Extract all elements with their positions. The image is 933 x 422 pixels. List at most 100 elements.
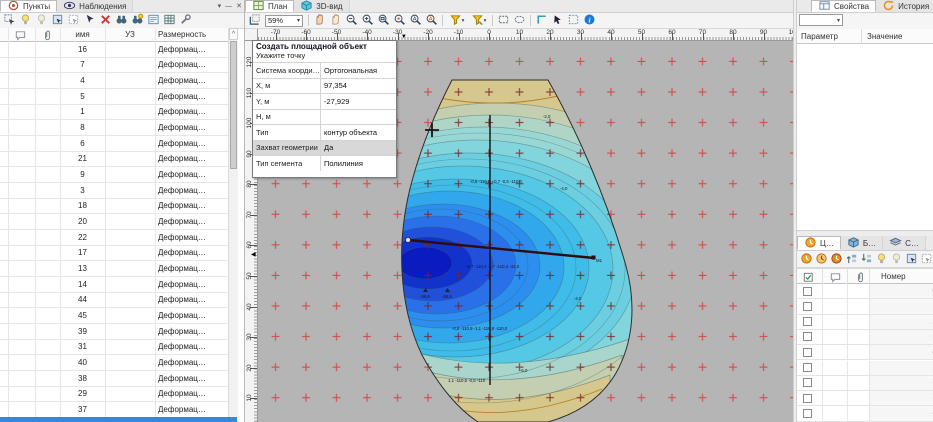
row-checkbox[interactable] (803, 302, 812, 311)
pointer-select-button[interactable] (82, 14, 97, 28)
cycle-row[interactable]: 4 (797, 345, 933, 360)
field-value[interactable]: -27,929 (320, 94, 396, 109)
zoom-in-button[interactable] (360, 14, 375, 28)
row-checkbox[interactable] (803, 317, 812, 326)
field-value[interactable] (320, 110, 396, 125)
clock-3-button[interactable] (829, 252, 843, 266)
bulb-on-icon (875, 252, 888, 267)
clock-2-button[interactable] (814, 252, 828, 266)
cycles-tabbar: Ц…Б…С… (797, 236, 933, 251)
cycle-row[interactable]: 3 (797, 330, 933, 345)
cycle-row[interactable]: 2 (797, 315, 933, 330)
cell-dimension: Деформац… (158, 89, 206, 104)
tab-layers[interactable]: С… (883, 236, 926, 250)
zoom-a-alt-button[interactable]: A (424, 14, 439, 28)
properties-table-body[interactable] (797, 44, 933, 230)
tab-3d-view[interactable]: 3D-вид (294, 0, 349, 12)
cell-number: 2 (869, 315, 933, 329)
cycle-row[interactable]: 6 (797, 376, 933, 391)
param-column-header: Параметр (801, 32, 838, 41)
row-checkbox[interactable] (803, 409, 812, 418)
scrollbar-thumb[interactable] (230, 41, 237, 169)
tools-button[interactable] (178, 14, 193, 28)
zoom-level-dropdown[interactable]: 59%▾ (265, 15, 303, 27)
pan-hand-button[interactable] (312, 14, 327, 28)
zoom-point-button[interactable] (392, 14, 407, 28)
tools-icon (179, 13, 192, 28)
scroll-up-button[interactable]: ^ (229, 28, 238, 40)
snap-corner-button[interactable] (534, 14, 549, 28)
close-icon[interactable]: ✕ (236, 2, 242, 10)
field-label: Система коорди… (253, 66, 320, 75)
zoom-window-button[interactable] (376, 14, 391, 28)
tab-plan[interactable]: План (245, 0, 294, 12)
select-rect-button[interactable] (496, 14, 511, 28)
row-checkbox[interactable] (803, 394, 812, 403)
cycle-row[interactable]: 1 (797, 299, 933, 314)
column-header-name[interactable]: имя (60, 30, 105, 39)
binoculars-button[interactable] (114, 14, 129, 28)
select-layers-button[interactable] (2, 14, 17, 28)
column-header-uz[interactable]: УЗ (105, 30, 155, 39)
filter-button[interactable]: ▾ (446, 14, 467, 28)
filter-edit-button[interactable]: ▾ (468, 14, 489, 28)
column-header-dimension[interactable]: Размерность (158, 30, 206, 39)
bulb-off-button[interactable] (34, 14, 49, 28)
zoom-out-button[interactable] (344, 14, 359, 28)
row-checkbox[interactable] (803, 378, 812, 387)
tab-cycles[interactable]: Ц… (797, 236, 841, 250)
field-value[interactable]: Да (320, 141, 396, 156)
clock-1-button[interactable] (799, 252, 813, 266)
flow-down-button[interactable] (859, 252, 873, 266)
info-button[interactable]: i (582, 14, 597, 28)
cell-name: 29 (60, 387, 105, 402)
row-checkbox[interactable] (803, 363, 812, 372)
deselect-box-button[interactable] (66, 14, 81, 28)
flow-up-button[interactable] (844, 252, 858, 266)
cycle-row[interactable]: 7 (797, 391, 933, 406)
card-view-button[interactable] (146, 14, 161, 28)
cell-dimension: Деформац… (158, 230, 206, 245)
h-ruler-label: -40 (358, 29, 376, 36)
bulb-on-button[interactable] (18, 14, 33, 28)
tab-properties[interactable]: Свойства (811, 0, 876, 12)
cell-name: 18 (60, 199, 105, 214)
dock-menu-icon[interactable]: ▾ (218, 2, 222, 10)
number-column-header: Номер (881, 272, 906, 281)
tab-history[interactable]: История (876, 0, 933, 12)
select-box-button[interactable] (904, 252, 918, 266)
select-lasso-button[interactable] (512, 14, 527, 28)
tab-observations[interactable]: Наблюдения (57, 0, 133, 12)
pan-hand-alt-button[interactable] (328, 14, 343, 28)
tab-points[interactable]: Пункты (0, 0, 57, 12)
select-box-button[interactable] (50, 14, 65, 28)
selected-row-strip[interactable] (0, 417, 237, 422)
cycle-row[interactable]: 0 (797, 284, 933, 299)
zoom-a-button[interactable]: A (408, 14, 423, 28)
delete-x-button[interactable] (98, 14, 113, 28)
deselect-box-button[interactable] (919, 252, 933, 266)
frame-dashed-button[interactable] (566, 14, 581, 28)
row-checkbox[interactable] (803, 348, 812, 357)
tab-blocks[interactable]: Б… (841, 236, 883, 250)
table-view-button[interactable] (162, 14, 177, 28)
cycle-row[interactable]: 8 (797, 406, 933, 421)
binoculars-find-button[interactable] (130, 14, 145, 28)
properties-filter-dropdown[interactable]: ▾ (799, 14, 843, 26)
field-value[interactable]: контур объекта (320, 125, 396, 140)
row-checkbox[interactable] (803, 287, 812, 296)
pointer-button[interactable] (550, 14, 565, 28)
properties-panel: Свойства История ▾ Параметр Значение Ц…Б… (797, 0, 933, 422)
bulb-on-button[interactable] (874, 252, 888, 266)
row-checkbox[interactable] (803, 332, 812, 341)
minimize-icon[interactable]: — (225, 3, 232, 10)
field-value[interactable]: Полилиния (320, 156, 396, 171)
points-table-scrollbar[interactable]: ^ (228, 28, 238, 422)
field-value[interactable]: 97,354 (320, 79, 396, 94)
cell-dimension: Деформац… (158, 136, 206, 151)
field-value[interactable]: Ортогональная (320, 63, 396, 78)
cycle-row[interactable]: 5 (797, 361, 933, 376)
fit-frame-button[interactable] (247, 14, 262, 28)
h-ruler-label: 70 (694, 29, 712, 36)
bulb-off-button[interactable] (889, 252, 903, 266)
